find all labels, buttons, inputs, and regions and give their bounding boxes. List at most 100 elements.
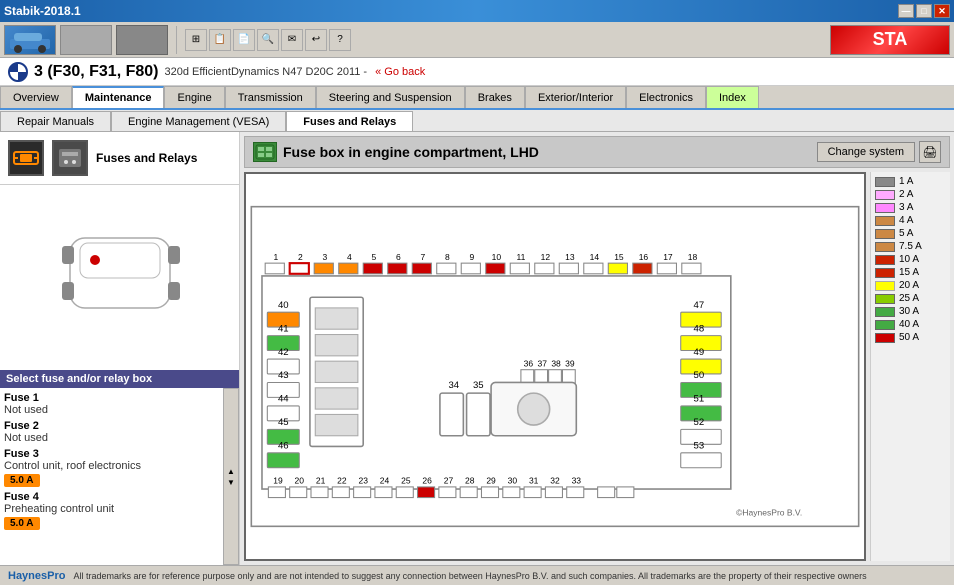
tab-electronics[interactable]: Electronics	[626, 86, 706, 108]
go-back-link[interactable]: « Go back	[375, 66, 425, 78]
svg-text:38: 38	[551, 359, 561, 369]
svg-text:30: 30	[508, 476, 518, 486]
legend-color-30a	[875, 307, 895, 317]
fuse-box-title: Fuse box in engine compartment, LHD	[283, 144, 539, 160]
legend-label-4a: 4 A	[899, 215, 913, 226]
vehicle-header: 3 (F30, F31, F80) 320d EfficientDynamics…	[0, 58, 954, 86]
fuse-item-3[interactable]: Fuse 3 Control unit, roof electronics 5.…	[4, 448, 219, 487]
tab-exterior[interactable]: Exterior/Interior	[525, 86, 626, 108]
title-bar: Stabik-2018.1 — □ ✕	[0, 0, 954, 22]
svg-text:11: 11	[516, 252, 525, 262]
toolbar-icon-1[interactable]: ⊞	[185, 29, 207, 51]
tab-steering[interactable]: Steering and Suspension	[316, 86, 465, 108]
fuse-item-2[interactable]: Fuse 2 Not used	[4, 420, 219, 444]
legend-color-2a	[875, 190, 895, 200]
toolbar-icon-3[interactable]: 📄	[233, 29, 255, 51]
svg-text:52: 52	[694, 417, 705, 428]
toolbar: ⊞ 📋 📄 🔍 ✉ ↩ ? STA	[0, 22, 954, 58]
svg-text:20: 20	[295, 476, 305, 486]
sub-tab-fuses[interactable]: Fuses and Relays	[286, 111, 413, 131]
fuse-box-title-group: Fuse box in engine compartment, LHD	[253, 142, 539, 162]
fuse-box-icon	[253, 142, 277, 162]
legend-item-2a: 2 A	[875, 189, 946, 200]
footer: HaynesPro All trademarks are for referen…	[0, 565, 954, 585]
change-system-button[interactable]: Change system	[817, 142, 915, 162]
svg-text:33: 33	[572, 476, 582, 486]
svg-text:51: 51	[694, 394, 705, 405]
svg-text:29: 29	[486, 476, 496, 486]
toolbar-icon-4[interactable]: 🔍	[257, 29, 279, 51]
close-button[interactable]: ✕	[934, 4, 950, 18]
svg-text:41: 41	[278, 323, 289, 334]
fuse-item-1[interactable]: Fuse 1 Not used	[4, 392, 219, 416]
legend-label-2a: 2 A	[899, 189, 913, 200]
maximize-button[interactable]: □	[916, 4, 932, 18]
legend-label-15a: 15 A	[899, 267, 919, 278]
sub-tab-engine-mgmt[interactable]: Engine Management (VESA)	[111, 111, 286, 131]
svg-text:2: 2	[298, 252, 303, 262]
legend-color-40a	[875, 320, 895, 330]
legend-item-40a: 40 A	[875, 319, 946, 330]
legend-color-10a	[875, 255, 895, 265]
print-button[interactable]: 🖨	[919, 141, 941, 163]
right-panel-header: Fuse box in engine compartment, LHD Chan…	[244, 136, 950, 168]
tab-maintenance[interactable]: Maintenance	[72, 86, 165, 108]
svg-text:3: 3	[322, 252, 327, 262]
legend-color-4a	[875, 216, 895, 226]
svg-text:4: 4	[347, 252, 352, 262]
footer-text: All trademarks are for reference purpose…	[73, 571, 866, 581]
svg-text:37: 37	[537, 359, 547, 369]
svg-text:31: 31	[529, 476, 539, 486]
panel-title: Fuses and Relays	[96, 151, 197, 165]
legend-item-50a: 50 A	[875, 332, 946, 343]
toolbar-icon-7[interactable]: ?	[329, 29, 351, 51]
svg-text:18: 18	[688, 252, 698, 262]
legend-item-1a: 1 A	[875, 176, 946, 187]
tab-transmission[interactable]: Transmission	[225, 86, 316, 108]
legend-item-20a: 20 A	[875, 280, 946, 291]
car-thumbnail-2[interactable]	[60, 25, 112, 55]
svg-text:39: 39	[565, 359, 575, 369]
toolbar-icon-5[interactable]: ✉	[281, 29, 303, 51]
car-thumbnail-1[interactable]	[4, 25, 56, 55]
car-thumbnail-3[interactable]	[116, 25, 168, 55]
scroll-bar[interactable]: ▲ ▼	[223, 388, 239, 565]
diagram-container: 1 2 3 4 5 6 7 8 9 10 11 12 13 14 15 16 1	[244, 172, 950, 561]
fuse-list: Fuse 1 Not used Fuse 2 Not used Fuse 3 C…	[0, 388, 223, 565]
fuse-2-title: Fuse 2	[4, 420, 219, 432]
svg-text:44: 44	[278, 394, 289, 405]
minimize-button[interactable]: —	[898, 4, 914, 18]
svg-text:47: 47	[694, 300, 705, 311]
legend-color-20a	[875, 281, 895, 291]
svg-text:48: 48	[694, 323, 705, 334]
svg-text:40: 40	[278, 300, 289, 311]
tab-overview[interactable]: Overview	[0, 86, 72, 108]
fuse-3-badge: 5.0 A	[4, 474, 40, 487]
svg-text:12: 12	[541, 252, 551, 262]
svg-text:26: 26	[422, 476, 432, 486]
svg-text:45: 45	[278, 417, 289, 428]
vehicle-desc: 320d EfficientDynamics N47 D20C 2011 -	[165, 66, 368, 78]
left-panel: Fuses and Relays Select fuse and/or rela…	[0, 132, 240, 565]
tab-engine[interactable]: Engine	[164, 86, 224, 108]
legend-label-10a: 10 A	[899, 254, 919, 265]
tab-brakes[interactable]: Brakes	[465, 86, 525, 108]
svg-text:15: 15	[614, 252, 624, 262]
toolbar-icon-6[interactable]: ↩	[305, 29, 327, 51]
svg-text:32: 32	[550, 476, 560, 486]
fuse-1-desc: Not used	[4, 404, 219, 416]
svg-text:©HaynesPro B.V.: ©HaynesPro B.V.	[736, 508, 802, 518]
fuse-3-title: Fuse 3	[4, 448, 219, 460]
fuse-item-4[interactable]: Fuse 4 Preheating control unit 5.0 A	[4, 491, 219, 530]
toolbar-icon-2[interactable]: 📋	[209, 29, 231, 51]
svg-text:19: 19	[273, 476, 283, 486]
sub-tab-repair[interactable]: Repair Manuals	[0, 111, 111, 131]
svg-text:36: 36	[524, 359, 534, 369]
legend-label-75a: 7.5 A	[899, 241, 922, 252]
tab-index[interactable]: Index	[706, 86, 759, 108]
svg-text:8: 8	[445, 252, 450, 262]
car-diagram	[0, 185, 239, 370]
svg-text:25: 25	[401, 476, 411, 486]
legend-color-5a	[875, 229, 895, 239]
bmw-logo	[8, 62, 28, 82]
